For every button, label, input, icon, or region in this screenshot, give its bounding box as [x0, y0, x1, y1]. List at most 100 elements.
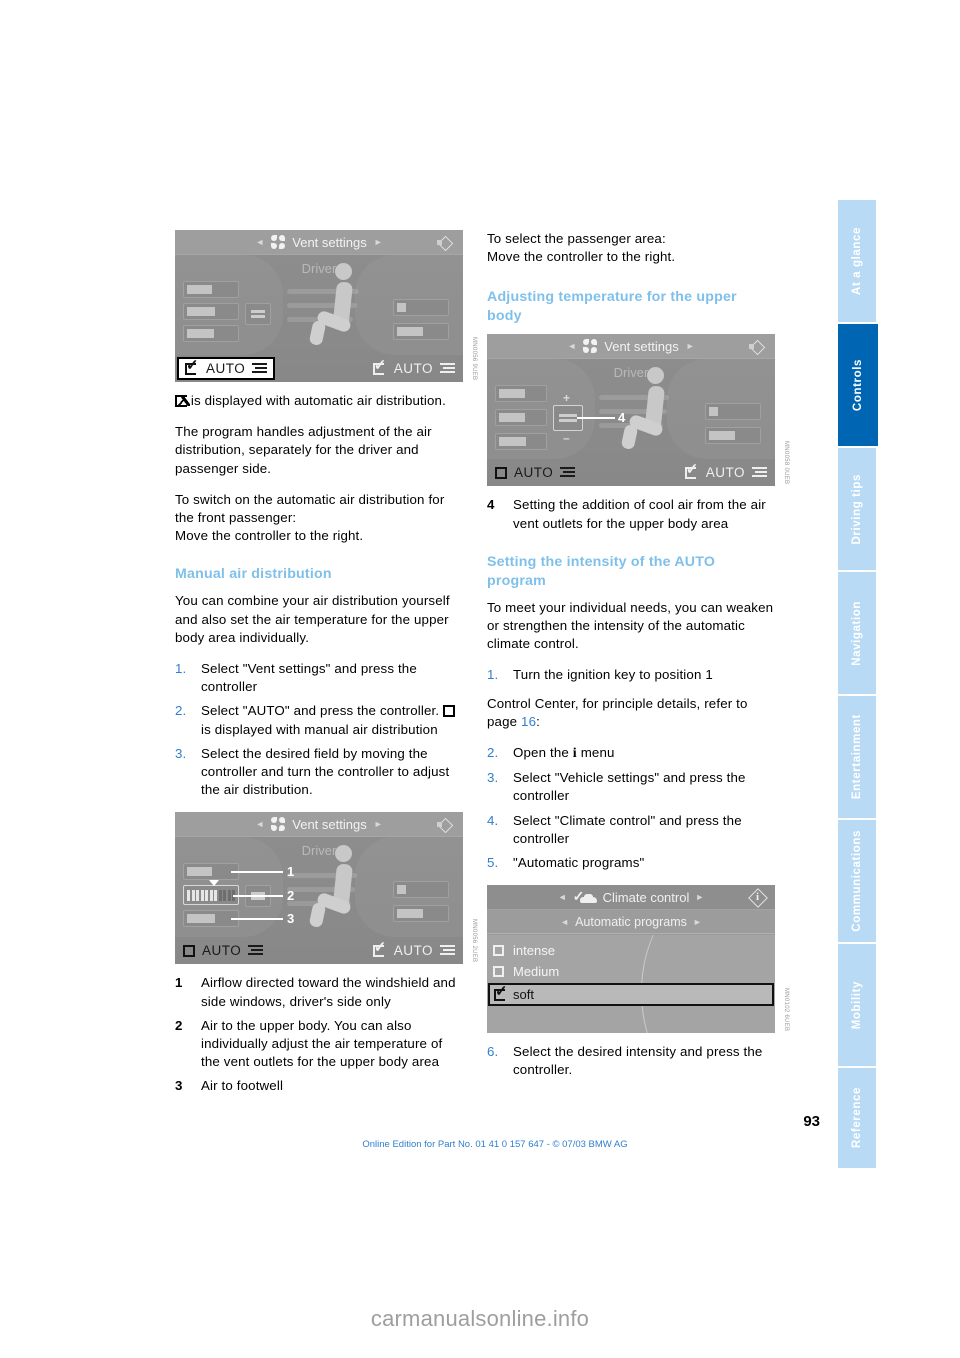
auto-label: AUTO: [206, 361, 246, 376]
next-arrow-icon: ►: [692, 916, 702, 927]
paragraph-select-passenger: To select the passenger area:: [487, 231, 666, 246]
plus-label: +: [563, 391, 571, 406]
step-item: 2. Select "AUTO" and press the controlle…: [175, 702, 463, 738]
check-icon: [372, 358, 387, 375]
key-number: 2: [175, 1017, 183, 1033]
step-text: Select "Climate control" and press the c…: [513, 812, 742, 846]
step-item: 5. "Automatic programs": [487, 854, 775, 872]
auto-label: AUTO: [393, 943, 433, 959]
check-car-icon: ✓: [573, 889, 597, 904]
heading-manual-air-distribution: Manual air distribution: [175, 566, 332, 583]
next-arrow-icon: ►: [373, 237, 383, 247]
step-item: 4. Select "Climate control" and press th…: [487, 812, 775, 848]
air-lines-icon: [560, 467, 576, 478]
figure-code: MN0058 0UEB: [783, 441, 789, 485]
rail-tab-label: Navigation: [851, 600, 863, 666]
passenger-slot-upper[interactable]: [393, 299, 449, 316]
step-number: 6.: [487, 1044, 499, 1060]
rail-tab-communications[interactable]: Communications: [838, 820, 876, 942]
meter-caret-icon: [209, 880, 219, 887]
idrive-screenshot-vent-auto: ◄ Vent settings ► Driver ✓ AUTO ✓ AUTO M…: [175, 230, 477, 382]
rail-tab-label: At a glance: [851, 227, 863, 295]
driver-auto-button[interactable]: AUTO: [177, 357, 276, 380]
rail-tab-driving-tips[interactable]: Driving tips: [838, 448, 876, 570]
seat-figure-icon: [620, 367, 683, 451]
manual-page: At a glance Controls Driving tips Naviga…: [0, 0, 960, 1358]
rail-tab-label: Communications: [851, 830, 863, 932]
check-icon: [372, 940, 387, 957]
step-number: 2.: [175, 703, 187, 719]
rail-tab-navigation[interactable]: Navigation: [838, 572, 876, 694]
page-reference-link[interactable]: 16: [521, 714, 536, 729]
step-item: 1. Turn the ignition key to position 1: [487, 666, 775, 684]
prev-arrow-icon: ◄: [557, 892, 567, 903]
step-text: Select "Vent settings" and press the con…: [201, 661, 417, 695]
vent-slot-windshield[interactable]: [183, 281, 239, 298]
option-row-intense[interactable]: intense: [487, 940, 775, 961]
key-item: 1 Airflow directed toward the windshield…: [175, 974, 463, 1010]
fan-icon: [271, 235, 286, 249]
figure-code: MN0056 2UEB: [471, 919, 477, 963]
vent-slot-upper-body[interactable]: [183, 303, 239, 320]
rail-tab-mobility[interactable]: Mobility: [838, 944, 876, 1066]
air-lines-icon: [440, 945, 455, 956]
idrive-screenshot-automatic-programs: ◄ ✓ Climate control ► ◄ Automatic progra…: [487, 885, 789, 1034]
step-number: 1.: [175, 661, 187, 677]
intensity-steps-a: 1. Turn the ignition key to position 1: [487, 666, 775, 684]
air-lines-icon: [440, 363, 455, 374]
passenger-auto-button[interactable]: AUTO: [679, 461, 773, 484]
callout-2: 2: [287, 888, 295, 904]
rail-tab-at-a-glance[interactable]: At a glance: [838, 200, 876, 322]
rail-tab-entertainment[interactable]: Entertainment: [838, 696, 876, 818]
passenger-auto-button[interactable]: AUTO: [367, 357, 461, 380]
prev-arrow-icon: ◄: [567, 341, 577, 352]
nav-diamond-icon: [436, 234, 454, 252]
rail-tab-label: Entertainment: [851, 714, 863, 800]
step-text: Select "Vehicle settings" and press the …: [513, 770, 746, 804]
step-text: Select the desired intensity and press t…: [513, 1044, 763, 1078]
passenger-slot-upper[interactable]: [393, 881, 449, 899]
key-text: Air to footwell: [201, 1078, 284, 1094]
option-row-medium[interactable]: Medium: [487, 961, 775, 982]
next-arrow-icon: ►: [695, 892, 705, 903]
info-menu-icon: i: [572, 746, 577, 762]
seat-figure-icon: [308, 845, 371, 929]
edition-line: Online Edition for Part No. 01 41 0 157 …: [362, 1139, 628, 1150]
vent-temp-control[interactable]: [245, 303, 271, 325]
vent-slot-footwell[interactable]: [183, 325, 239, 342]
vent-slot-upper-body[interactable]: [495, 409, 547, 427]
vent-slot-windshield[interactable]: [495, 385, 547, 403]
driver-auto-button[interactable]: AUTO: [177, 939, 269, 962]
idrive-screenshot-vent-manual: ◄ Vent settings ► Driver 1 2 3 AUTO ✓ AU…: [175, 812, 477, 965]
figure-code: MN0102 6UEB: [783, 987, 789, 1032]
info-icon[interactable]: [748, 888, 767, 907]
site-watermark: carmanualsonline.info: [370, 1306, 590, 1331]
step-number: 4.: [487, 812, 499, 828]
square-icon: [183, 944, 195, 957]
check-icon: [175, 395, 190, 407]
options-list: intense Medium soft: [487, 935, 775, 1034]
vent-slot-upper-body[interactable]: [183, 885, 239, 906]
screen-title: Vent settings: [604, 338, 679, 354]
auto-label: AUTO: [514, 465, 554, 481]
paragraph-program: The program handles adjustment of the ai…: [175, 424, 432, 476]
step-number: 3.: [487, 770, 499, 786]
driver-auto-button[interactable]: AUTO: [489, 461, 581, 484]
passenger-auto-button[interactable]: AUTO: [367, 939, 461, 962]
key-text: Setting the addition of cool air from th…: [513, 497, 766, 531]
step-number: 1.: [487, 667, 499, 683]
passenger-slot-lower[interactable]: [393, 905, 449, 923]
seat-figure-icon: [308, 263, 371, 347]
passenger-slot-lower[interactable]: [393, 323, 449, 340]
passenger-slot-upper[interactable]: [705, 403, 761, 421]
figure-key-list-4: 4 Setting the addition of cool air from …: [487, 496, 775, 532]
step-text-after: is displayed with manual air distributio…: [201, 721, 438, 737]
paragraph-switch-on: To switch on the automatic air distribut…: [175, 491, 445, 526]
check-icon: [494, 984, 508, 1001]
rail-tab-controls[interactable]: Controls: [838, 324, 878, 446]
idrive-screenshot-vent-temperature: ◄ Vent settings ► Driver + – 4 AUTO ✓ AU…: [487, 334, 789, 487]
step-text: Select the desired field by moving the c…: [201, 745, 450, 798]
vent-slot-footwell[interactable]: [495, 433, 547, 451]
option-row-soft[interactable]: soft: [488, 983, 774, 1007]
passenger-slot-lower[interactable]: [705, 427, 761, 445]
